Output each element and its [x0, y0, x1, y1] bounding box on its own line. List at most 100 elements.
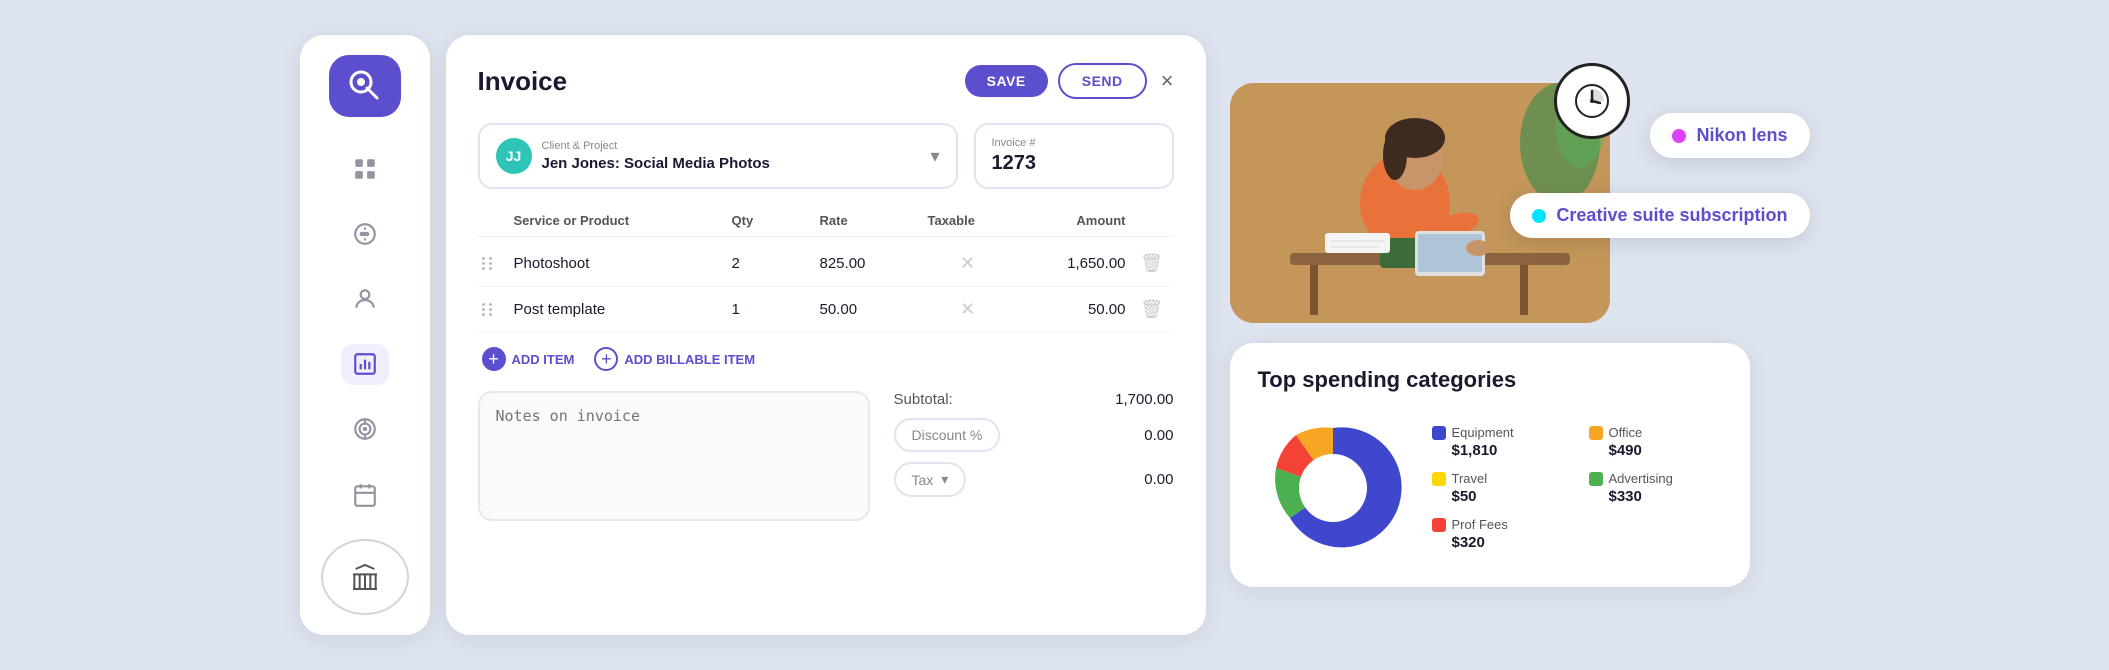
tax-label: Tax — [912, 472, 934, 488]
sidebar-item-billing[interactable] — [341, 214, 389, 255]
tax-dropdown[interactable]: Tax ▾ — [894, 462, 967, 497]
client-avatar: JJ — [496, 138, 532, 174]
col-amount: Amount — [1016, 213, 1126, 228]
add-item-label: ADD ITEM — [512, 352, 575, 367]
col-rate: Rate — [820, 213, 920, 228]
sidebar — [300, 35, 430, 635]
app-logo[interactable] — [329, 55, 401, 117]
legend-value-office: $490 — [1609, 442, 1722, 459]
invoice-number-value[interactable]: 1273 — [992, 152, 1156, 175]
add-billable-button[interactable]: + ADD BILLABLE ITEM — [594, 347, 755, 371]
nikon-dot — [1672, 129, 1686, 143]
discount-value: 0.00 — [1144, 427, 1173, 444]
table-row: Post template 1 50.00 ✕ 50.00 🗑 — [478, 287, 1174, 333]
invoice-title: Invoice — [478, 66, 568, 97]
legend-color-equipment — [1432, 426, 1446, 440]
legend-value-advertising: $330 — [1609, 488, 1722, 505]
invoice-number-box: Invoice # 1273 — [974, 123, 1174, 189]
tax-chevron-icon: ▾ — [941, 471, 948, 488]
notes-input[interactable] — [478, 391, 870, 521]
add-billable-icon: + — [594, 347, 618, 371]
donut-chart — [1258, 413, 1408, 563]
legend-color-proffees — [1432, 518, 1446, 532]
delete-row-icon[interactable]: 🗑 — [1134, 253, 1170, 274]
spending-title: Top spending categories — [1258, 367, 1722, 393]
right-panel: Nikon lens Creative suite subscription — [1230, 83, 1810, 587]
col-service: Service or Product — [514, 213, 724, 228]
subtotal-row: Subtotal: 1,700.00 — [894, 391, 1174, 408]
legend-name-office: Office — [1609, 425, 1643, 440]
subtotal-label: Subtotal: — [894, 391, 953, 408]
spending-legend: Equipment $1,810 Office $490 — [1432, 425, 1722, 551]
invoice-bottom: Subtotal: 1,700.00 Discount % 0.00 Tax ▾… — [478, 391, 1174, 521]
send-button[interactable]: SEND — [1058, 63, 1147, 99]
legend-name-equipment: Equipment — [1452, 425, 1514, 440]
sidebar-bank-icon[interactable] — [321, 539, 409, 615]
drag-handle-icon[interactable] — [482, 303, 506, 316]
row-rate[interactable]: 825.00 — [820, 255, 920, 272]
invoice-header: Invoice SAVE SEND × — [478, 63, 1174, 99]
sidebar-item-reports[interactable] — [341, 344, 389, 385]
spending-card: Top spending categories — [1230, 343, 1750, 587]
client-label: Client & Project — [542, 141, 921, 152]
clock-icon — [1554, 63, 1630, 139]
legend-name-travel: Travel — [1452, 471, 1488, 486]
client-select[interactable]: JJ Client & Project Jen Jones: Social Me… — [478, 123, 958, 189]
legend-name-advertising: Advertising — [1609, 471, 1673, 486]
save-button[interactable]: SAVE — [965, 65, 1048, 97]
subtotal-value: 1,700.00 — [1115, 391, 1173, 408]
client-name: Jen Jones: Social Media Photos — [542, 155, 921, 172]
legend-color-advertising — [1589, 472, 1603, 486]
taxable-x-icon: ✕ — [960, 299, 975, 320]
add-billable-label: ADD BILLABLE ITEM — [624, 352, 755, 367]
invoice-actions: SAVE SEND × — [965, 63, 1174, 99]
row-rate[interactable]: 50.00 — [820, 301, 920, 318]
legend-travel: Travel $50 — [1432, 471, 1565, 505]
client-info: Client & Project Jen Jones: Social Media… — [542, 141, 921, 172]
sidebar-item-contacts[interactable] — [341, 279, 389, 320]
sidebar-item-calendar[interactable] — [341, 474, 389, 515]
add-item-button[interactable]: + ADD ITEM — [482, 347, 575, 371]
legend-office: Office $490 — [1589, 425, 1722, 459]
row-service-name[interactable]: Post template — [514, 301, 724, 318]
row-qty[interactable]: 1 — [732, 301, 812, 318]
col-qty: Qty — [732, 213, 812, 228]
taxable-x-icon: ✕ — [960, 253, 975, 274]
row-amount: 50.00 — [1016, 301, 1126, 318]
sidebar-item-target[interactable] — [341, 409, 389, 450]
sidebar-item-apps[interactable] — [341, 149, 389, 190]
legend-value-travel: $50 — [1452, 488, 1565, 505]
legend-color-travel — [1432, 472, 1446, 486]
table-header: Service or Product Qty Rate Taxable Amou… — [478, 213, 1174, 237]
table-row: Photoshoot 2 825.00 ✕ 1,650.00 🗑 — [478, 241, 1174, 287]
legend-value-equipment: $1,810 — [1452, 442, 1565, 459]
creative-suite-card: Creative suite subscription — [1510, 193, 1809, 238]
legend-value-proffees: $320 — [1452, 534, 1565, 551]
row-taxable[interactable]: ✕ — [928, 253, 1008, 274]
spending-content: Equipment $1,810 Office $490 — [1258, 413, 1722, 563]
discount-button[interactable]: Discount % — [894, 418, 1001, 452]
legend-equipment: Equipment $1,810 — [1432, 425, 1565, 459]
totals-section: Subtotal: 1,700.00 Discount % 0.00 Tax ▾… — [894, 391, 1174, 521]
invoice-number-label: Invoice # — [992, 137, 1156, 149]
invoice-meta: JJ Client & Project Jen Jones: Social Me… — [478, 123, 1174, 189]
nikon-lens-card: Nikon lens — [1650, 113, 1809, 158]
add-items-row: + ADD ITEM + ADD BILLABLE ITEM — [478, 333, 1174, 371]
add-icon: + — [482, 347, 506, 371]
col-taxable: Taxable — [928, 213, 1008, 228]
legend-color-office — [1589, 426, 1603, 440]
row-taxable[interactable]: ✕ — [928, 299, 1008, 320]
row-service-name[interactable]: Photoshoot — [514, 255, 724, 272]
row-amount: 1,650.00 — [1016, 255, 1126, 272]
tax-value: 0.00 — [1144, 471, 1173, 488]
delete-row-icon[interactable]: 🗑 — [1134, 299, 1170, 320]
legend-name-proffees: Prof Fees — [1452, 517, 1508, 532]
row-qty[interactable]: 2 — [732, 255, 812, 272]
invoice-card: Invoice SAVE SEND × JJ Client & Project … — [446, 35, 1206, 635]
suite-dot — [1532, 209, 1546, 223]
suite-label: Creative suite subscription — [1556, 205, 1787, 226]
discount-row: Discount % 0.00 — [894, 418, 1174, 452]
close-button[interactable]: × — [1161, 68, 1174, 94]
drag-handle-icon[interactable] — [482, 257, 506, 270]
nikon-label: Nikon lens — [1696, 125, 1787, 146]
